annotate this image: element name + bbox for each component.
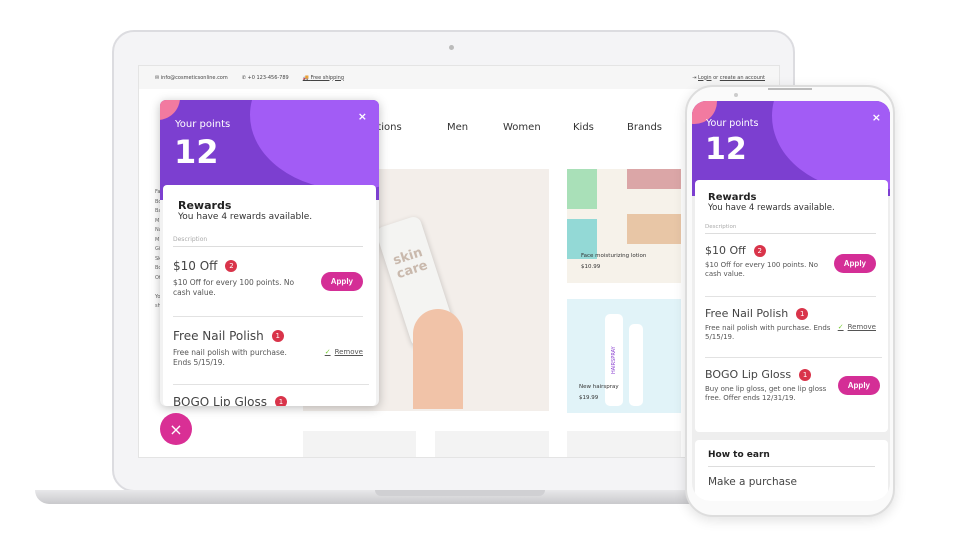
- reward-count-badge: 1: [274, 396, 287, 406]
- reward-title: Free Nail Polish: [705, 307, 789, 320]
- reward-count-badge: 1: [799, 368, 812, 381]
- or-text: or: [711, 74, 720, 81]
- reward-item: $10 Off 2 $10 Off for every 100 points. N…: [705, 234, 876, 297]
- shipping-text: Free shipping: [310, 74, 345, 81]
- reward-title: Free Nail Polish: [173, 329, 264, 343]
- reward-item: Free Nail Polish 1 Free nail polish with …: [173, 317, 369, 385]
- reward-title: $10 Off: [705, 244, 746, 257]
- reward-description: Free nail polish with purchase. Ends 5/1…: [705, 324, 831, 342]
- points-value: 12: [174, 133, 219, 171]
- laptop-notch: [375, 490, 545, 496]
- rewards-card: Rewards You have 4 rewards available. De…: [695, 180, 888, 432]
- points-label: Your points: [175, 119, 231, 130]
- rewards-header: Rewards You have 4 rewards available.: [163, 185, 376, 222]
- hand-image: [413, 309, 463, 409]
- rewards-title: Rewards: [178, 199, 232, 212]
- rewards-subtitle: You have 4 rewards available.: [708, 203, 835, 213]
- product-price: $19.99: [579, 395, 599, 401]
- product-tile[interactable]: [567, 431, 681, 457]
- hairspray-can: HAIRSPRAY: [605, 314, 623, 406]
- phone-link[interactable]: ✆ +0 123-456-789: [242, 75, 289, 81]
- earn-item-title[interactable]: Make a purchase: [708, 476, 875, 488]
- close-icon[interactable]: ×: [358, 110, 367, 123]
- account-links: ⇥ Login or create an account: [692, 74, 765, 81]
- remove-label: Remove: [847, 323, 876, 331]
- phone-speaker: [768, 88, 812, 90]
- reward-count-badge: 2: [753, 244, 766, 257]
- reward-description: Free nail polish with purchase. Ends 5/1…: [173, 348, 287, 368]
- laptop-camera: [449, 45, 454, 50]
- phone-rewards-widget: Your points 12 × Rewards You have 4 rewa…: [692, 101, 890, 501]
- reward-item: BOGO Lip Gloss 1: [173, 385, 366, 406]
- product-tile-lotion[interactable]: Face moisturizing lotion $10.99: [567, 169, 681, 283]
- product-name: Face moisturizing lotion: [581, 253, 647, 259]
- reward-description: $10 Off for every 100 points. No cash va…: [173, 278, 295, 298]
- apply-button[interactable]: Apply: [833, 254, 876, 273]
- product-tile[interactable]: [435, 431, 549, 457]
- phone-camera: [734, 93, 738, 97]
- create-account-link[interactable]: create an account: [720, 75, 765, 81]
- apply-button[interactable]: Apply: [320, 272, 363, 291]
- reward-item: $10 Off 2 $10 Off for every 100 points. N…: [173, 247, 363, 317]
- remove-link[interactable]: ✓ Remove: [838, 323, 876, 331]
- apply-button[interactable]: Apply: [837, 376, 880, 395]
- nav-kids[interactable]: Kids: [573, 122, 594, 133]
- reward-title: $10 Off: [173, 259, 218, 273]
- email-text: info@cosmeticsonline.com: [160, 74, 228, 81]
- rewards-card: Rewards You have 4 rewards available. De…: [163, 185, 376, 406]
- description-label: Description: [173, 236, 363, 247]
- product-tile[interactable]: [303, 431, 416, 457]
- remove-label: Remove: [334, 348, 363, 356]
- reward-item: BOGO Lip Gloss 1 Buy one lip gloss, get o…: [705, 358, 882, 418]
- close-widget-button[interactable]: ×: [160, 413, 192, 445]
- reward-item: Free Nail Polish 1 Free nail polish with …: [705, 297, 882, 358]
- how-to-earn-card: How to earn Make a purchase: [695, 440, 888, 501]
- check-icon: ✓: [837, 323, 844, 331]
- nav-women[interactable]: Women: [503, 122, 541, 133]
- rewards-title: Rewards: [708, 192, 757, 203]
- reward-title: BOGO Lip Gloss: [705, 368, 792, 381]
- login-link[interactable]: Login: [698, 75, 712, 81]
- shipping-link[interactable]: 🚚 Free shipping: [303, 75, 344, 81]
- close-icon: ×: [169, 419, 183, 439]
- description-label: Description: [705, 224, 876, 234]
- reward-count-badge: 1: [796, 307, 809, 320]
- product-name: New hairspray: [579, 384, 619, 390]
- reward-title: BOGO Lip Gloss: [173, 395, 267, 406]
- points-value: 12: [705, 132, 747, 167]
- email-link[interactable]: ✉ info@cosmeticsonline.com: [155, 75, 228, 81]
- check-icon: ✓: [324, 348, 331, 356]
- remove-link[interactable]: ✓ Remove: [325, 348, 363, 356]
- product-price: $10.99: [581, 264, 601, 270]
- reward-count-badge: 1: [271, 330, 284, 342]
- nav-men[interactable]: Men: [447, 122, 468, 133]
- close-icon[interactable]: ×: [872, 111, 881, 124]
- how-to-earn-title: How to earn: [708, 450, 875, 467]
- phone-text: +0 123-456-789: [247, 74, 289, 81]
- rewards-widget: Your points 12 × Rewards You have 4 rewa…: [160, 100, 379, 406]
- product-tile-hairspray[interactable]: HAIRSPRAY New hairspray $19.99: [567, 299, 681, 413]
- points-label: Your points: [706, 118, 759, 129]
- reward-count-badge: 2: [225, 260, 238, 272]
- nav-brands[interactable]: Brands: [627, 122, 662, 133]
- reward-description: $10 Off for every 100 points. No cash va…: [705, 261, 819, 279]
- top-bar: ✉ info@cosmeticsonline.com ✆ +0 123-456-…: [139, 66, 779, 89]
- rewards-subtitle: You have 4 rewards available.: [178, 212, 313, 222]
- reward-description: Buy one lip gloss, get one lip gloss fre…: [705, 385, 827, 403]
